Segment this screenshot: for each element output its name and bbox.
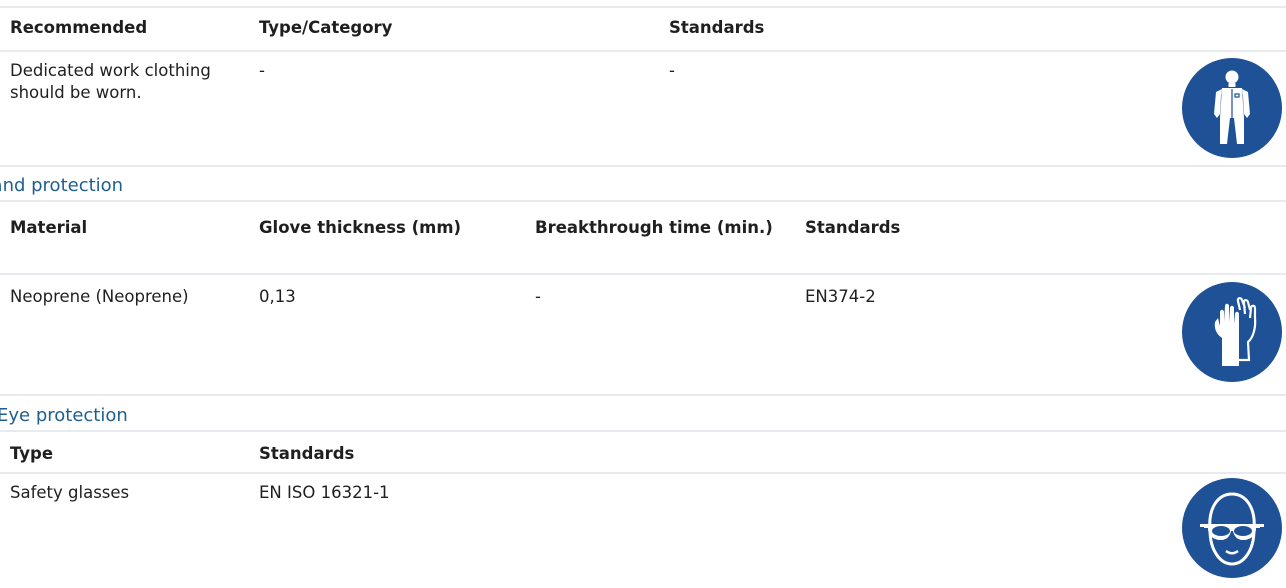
cell-glove-thickness: 0,13 (259, 287, 296, 306)
cell-standards: - (669, 61, 675, 80)
gloves-icon (1182, 282, 1282, 382)
col-header-material: Material (10, 218, 88, 237)
divider (0, 165, 1286, 167)
section-title-hand-protection: Hand protection (0, 175, 124, 196)
protective-clothing-icon (1182, 58, 1282, 158)
col-header-standards: Standards (669, 18, 765, 37)
cell-material: Neoprene (Neoprene) (10, 287, 189, 306)
col-header-standards: Standards (805, 218, 901, 237)
section-title-eye-protection: Eye protection (0, 405, 128, 426)
safety-glasses-icon (1182, 478, 1282, 578)
divider (0, 50, 1286, 52)
divider (0, 394, 1286, 396)
divider (0, 430, 1286, 432)
col-header-recommended: Recommended (10, 18, 148, 37)
cell-type-category: - (259, 61, 265, 80)
cell-breakthrough-time: - (535, 287, 541, 306)
col-header-standards: Standards (259, 444, 355, 463)
divider (0, 200, 1286, 202)
cell-standards: EN374-2 (805, 287, 876, 306)
col-header-glove-thickness: Glove thickness (mm) (259, 218, 462, 237)
cell-type: Safety glasses (10, 483, 130, 502)
col-header-type-category: Type/Category (259, 18, 393, 37)
divider (0, 6, 1286, 8)
cell-recommended: Dedicated work clothing should be worn. (10, 61, 211, 102)
divider (0, 273, 1286, 275)
divider (0, 472, 1286, 474)
cell-standards: EN ISO 16321-1 (259, 483, 390, 502)
col-header-type: Type (10, 444, 54, 463)
col-header-breakthrough-time: Breakthrough time (min.) (535, 218, 773, 237)
